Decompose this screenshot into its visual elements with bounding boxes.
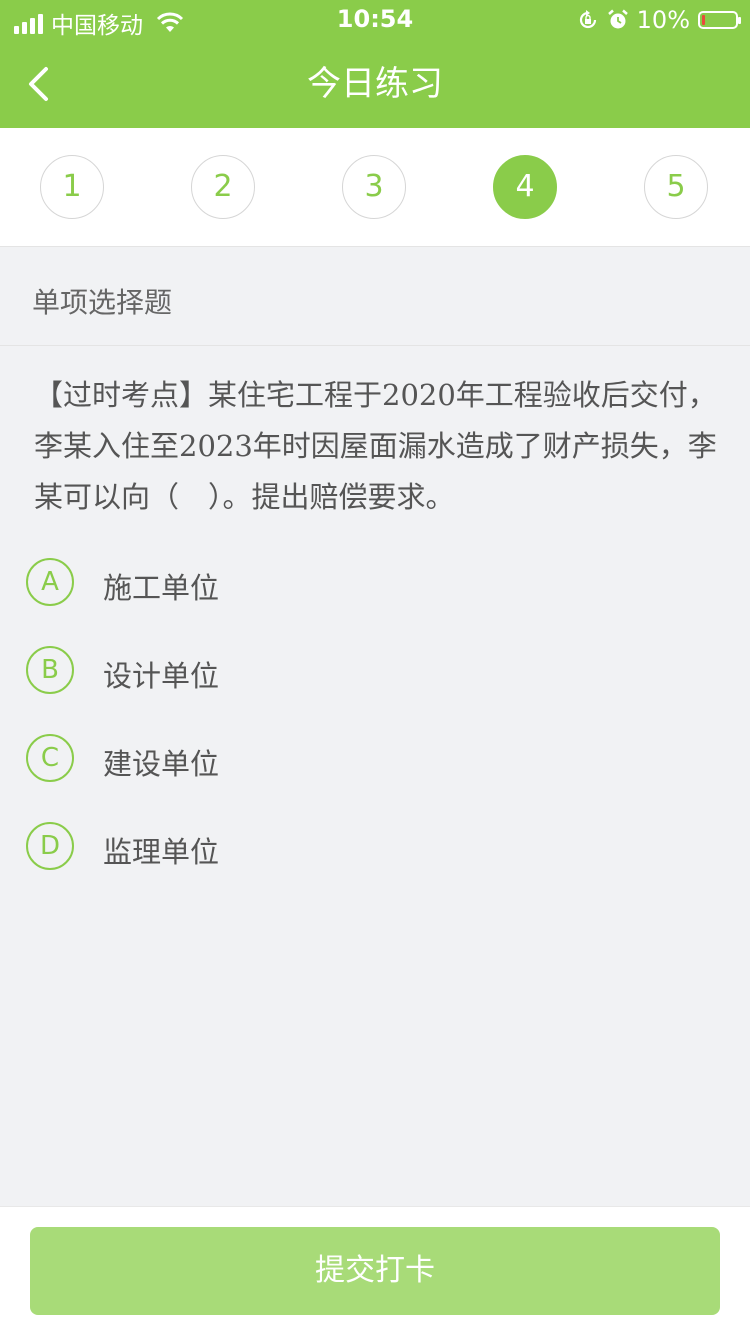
status-bar-right: 10% (577, 6, 741, 34)
question-number-1[interactable]: 1 (40, 155, 104, 219)
submit-checkin-button[interactable]: 提交打卡 (30, 1227, 720, 1315)
question-type-bar: 单项选择题 (0, 247, 750, 346)
option-letter-d: D (26, 822, 74, 870)
option-text-a: 施工单位 (103, 571, 220, 605)
status-bar: 中国移动 10:54 10% (0, 0, 750, 40)
battery-level (702, 15, 705, 25)
question-type-label: 单项选择题 (32, 286, 173, 319)
footer: 提交打卡 (0, 1206, 750, 1335)
question-number-5[interactable]: 5 (644, 155, 708, 219)
nav-bar: 今日练习 (0, 40, 750, 128)
option-letter-c: C (26, 734, 74, 782)
option-text-c: 建设单位 (103, 747, 220, 781)
option-b[interactable]: B 设计单位 (26, 645, 326, 697)
option-a[interactable]: A 施工单位 (26, 557, 326, 609)
question-number-3[interactable]: 3 (342, 155, 406, 219)
battery-percent: 10% (636, 6, 690, 34)
question-number-4[interactable]: 4 (493, 155, 557, 219)
question-number-2[interactable]: 2 (191, 155, 255, 219)
option-text-d: 监理单位 (103, 835, 220, 869)
question-text: 【过时考点】某住宅工程于2020年工程验收后交付，李某入住至2023年时因屋面漏… (34, 378, 717, 514)
battery-icon (698, 11, 741, 29)
alarm-icon (607, 9, 628, 29)
option-c[interactable]: C 建设单位 (26, 733, 326, 785)
option-letter-b: B (26, 646, 74, 694)
option-text-b: 设计单位 (103, 659, 220, 693)
page-title: 今日练习 (307, 64, 443, 104)
option-d[interactable]: D 监理单位 (26, 821, 326, 873)
question-navigator: 1 2 3 4 5 (0, 128, 750, 247)
rotation-lock-icon (579, 10, 596, 29)
option-letter-a: A (26, 558, 74, 606)
